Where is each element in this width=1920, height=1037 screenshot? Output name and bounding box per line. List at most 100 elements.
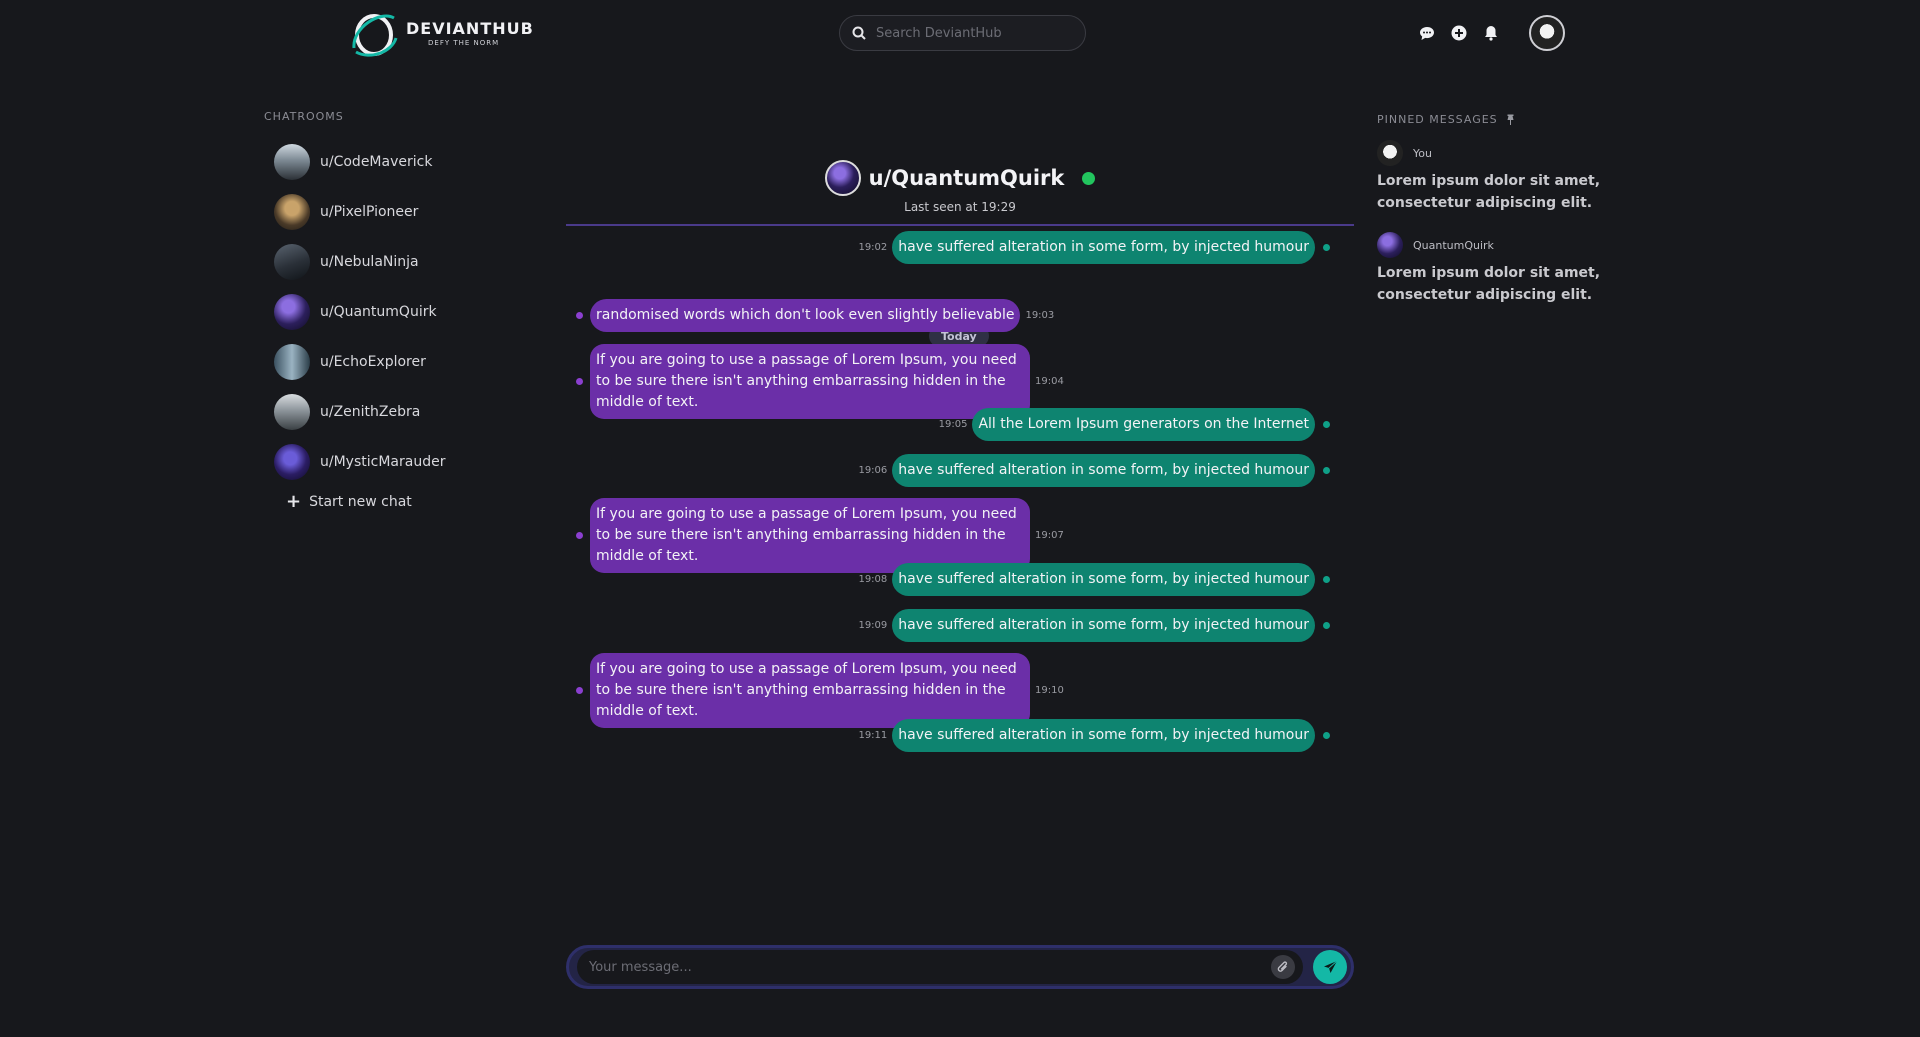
chatrooms-heading: CHATROOMS: [264, 110, 344, 123]
message-time: 19:02: [858, 242, 888, 253]
chatroom-name: u/NebulaNinja: [320, 254, 419, 270]
incoming-message[interactable]: randomised words which don't look even s…: [576, 299, 1054, 332]
message-time: 19:05: [938, 419, 968, 430]
bell-icon[interactable]: [1482, 24, 1500, 42]
contact-name[interactable]: u/QuantumQuirk: [869, 166, 1065, 190]
chatroom-name: u/PixelPioneer: [320, 204, 419, 220]
message-time: 19:03: [1025, 310, 1055, 321]
start-new-chat-button[interactable]: + Start new chat: [264, 493, 524, 511]
message-dot: [576, 687, 583, 694]
pinned-message[interactable]: You Lorem ipsum dolor sit amet, consecte…: [1377, 140, 1677, 214]
message-dot: [576, 532, 583, 539]
message-bubble: randomised words which don't look even s…: [590, 299, 1021, 332]
message-dot: [1323, 244, 1330, 251]
pinned-author: QuantumQuirk: [1413, 238, 1494, 252]
chatroom-item[interactable]: u/EchoExplorer: [264, 337, 524, 387]
message-bubble: have suffered alteration in some form, b…: [892, 231, 1315, 264]
message-time: 19:09: [858, 620, 888, 631]
avatar: [1377, 232, 1403, 258]
search-bar[interactable]: [839, 15, 1086, 51]
message-bubble: have suffered alteration in some form, b…: [892, 454, 1315, 487]
plus-circle-icon[interactable]: [1450, 24, 1468, 42]
chatroom-item[interactable]: u/PixelPioneer: [264, 187, 524, 237]
avatar: [274, 244, 310, 280]
message-time: 19:08: [858, 574, 888, 585]
message-dot: [1323, 467, 1330, 474]
message-dot: [576, 378, 583, 385]
app: DEVIANTHUB DEFY THE NORM CHATROOMS u/Cod…: [0, 0, 1920, 1037]
plus-icon: +: [286, 491, 302, 512]
outgoing-message[interactable]: 19:06 have suffered alteration in some fo…: [858, 454, 1330, 487]
outgoing-message[interactable]: 19:11 have suffered alteration in some fo…: [858, 719, 1330, 752]
chatroom-item[interactable]: u/MysticMarauder: [264, 437, 524, 487]
chatroom-item[interactable]: u/ZenithZebra: [264, 387, 524, 437]
outgoing-message[interactable]: 19:09 have suffered alteration in some fo…: [858, 609, 1330, 642]
outgoing-message[interactable]: 19:08 have suffered alteration in some fo…: [858, 563, 1330, 596]
chatroom-item[interactable]: u/CodeMaverick: [264, 137, 524, 187]
contact-avatar[interactable]: [824, 160, 861, 196]
logo-icon: [352, 14, 398, 57]
top-actions: [1418, 24, 1500, 42]
message-input[interactable]: [577, 950, 1303, 984]
send-icon: [1323, 960, 1337, 973]
logo[interactable]: DEVIANTHUB DEFY THE NORM: [350, 8, 534, 60]
user-avatar[interactable]: [1529, 15, 1565, 51]
online-status-dot: [1082, 171, 1096, 185]
message-bubble: have suffered alteration in some form, b…: [892, 563, 1315, 596]
last-seen: Last seen at 19:29: [904, 200, 1016, 214]
pinned-text: Lorem ipsum dolor sit amet, consectetur …: [1377, 265, 1601, 303]
chatroom-list: u/CodeMaverick u/PixelPioneer u/NebulaNinj…: [264, 137, 524, 487]
avatar: [274, 444, 310, 480]
message-time: 19:04: [1035, 376, 1064, 387]
message-bubble: If you are going to use a passage of Lor…: [590, 653, 1030, 728]
avatar: [274, 394, 310, 430]
pinned-message[interactable]: QuantumQuirk Lorem ipsum dolor sit amet,…: [1377, 232, 1677, 306]
pinned-author: You: [1413, 146, 1432, 160]
avatar: [274, 194, 310, 230]
outgoing-message[interactable]: 19:05 All the Lorem Ipsum generators on t…: [939, 408, 1330, 441]
message-dot: [1323, 576, 1330, 583]
chatroom-name: u/MysticMarauder: [320, 454, 446, 470]
chatroom-name: u/EchoExplorer: [320, 354, 426, 370]
chatroom-name: u/QuantumQuirk: [320, 304, 437, 320]
message-time: 19:10: [1035, 685, 1064, 696]
chatroom-item[interactable]: u/QuantumQuirk: [264, 287, 524, 337]
message-time: 19:11: [858, 730, 888, 741]
chatroom-item[interactable]: u/NebulaNinja: [264, 237, 524, 287]
message-dot: [576, 312, 583, 319]
pinned-messages-panel: PINNED MESSAGES You Lorem ipsum dolor si…: [1377, 113, 1677, 324]
incoming-message[interactable]: If you are going to use a passage of Lor…: [576, 653, 1064, 728]
chatroom-name: u/ZenithZebra: [320, 404, 421, 420]
avatar: [274, 294, 310, 330]
outgoing-message[interactable]: 19:02 have suffered alteration in some fo…: [858, 231, 1330, 264]
message-time: 19:06: [858, 465, 888, 476]
message-dot: [1323, 421, 1330, 428]
paperclip-icon[interactable]: [1271, 955, 1295, 979]
pinned-text: Lorem ipsum dolor sit amet, consectetur …: [1377, 173, 1601, 211]
start-new-chat-label: Start new chat: [309, 494, 412, 510]
message-dot: [1323, 732, 1330, 739]
incoming-message[interactable]: If you are going to use a passage of Lor…: [576, 498, 1064, 573]
chat-header: u/QuantumQuirk Last seen at 19:29: [566, 150, 1354, 226]
chatrooms-sidebar: CHATROOMS u/CodeMaverick u/PixelPioneer u/…: [264, 110, 524, 511]
message-bubble: If you are going to use a passage of Lor…: [590, 498, 1030, 573]
brand-tagline: DEFY THE NORM: [428, 39, 500, 47]
message-bubble: have suffered alteration in some form, b…: [892, 609, 1315, 642]
avatar: [1377, 140, 1403, 166]
pin-icon: [1507, 114, 1514, 125]
search-input[interactable]: [876, 25, 1066, 41]
message-composer: [566, 945, 1354, 989]
pinned-heading: PINNED MESSAGES: [1377, 113, 1498, 126]
send-button[interactable]: [1313, 950, 1347, 984]
avatar: [274, 144, 310, 180]
message-bubble: have suffered alteration in some form, b…: [892, 719, 1315, 752]
chat-icon[interactable]: [1418, 24, 1436, 42]
message-time: 19:07: [1035, 530, 1064, 541]
message-list[interactable]: Today There are many variations of passa…: [566, 210, 1354, 920]
message-bubble: All the Lorem Ipsum generators on the In…: [972, 408, 1315, 441]
search-icon: [852, 26, 866, 40]
avatar: [274, 344, 310, 380]
message-dot: [1323, 622, 1330, 629]
brand-name: DEVIANTHUB: [406, 19, 534, 38]
chatroom-name: u/CodeMaverick: [320, 154, 433, 170]
